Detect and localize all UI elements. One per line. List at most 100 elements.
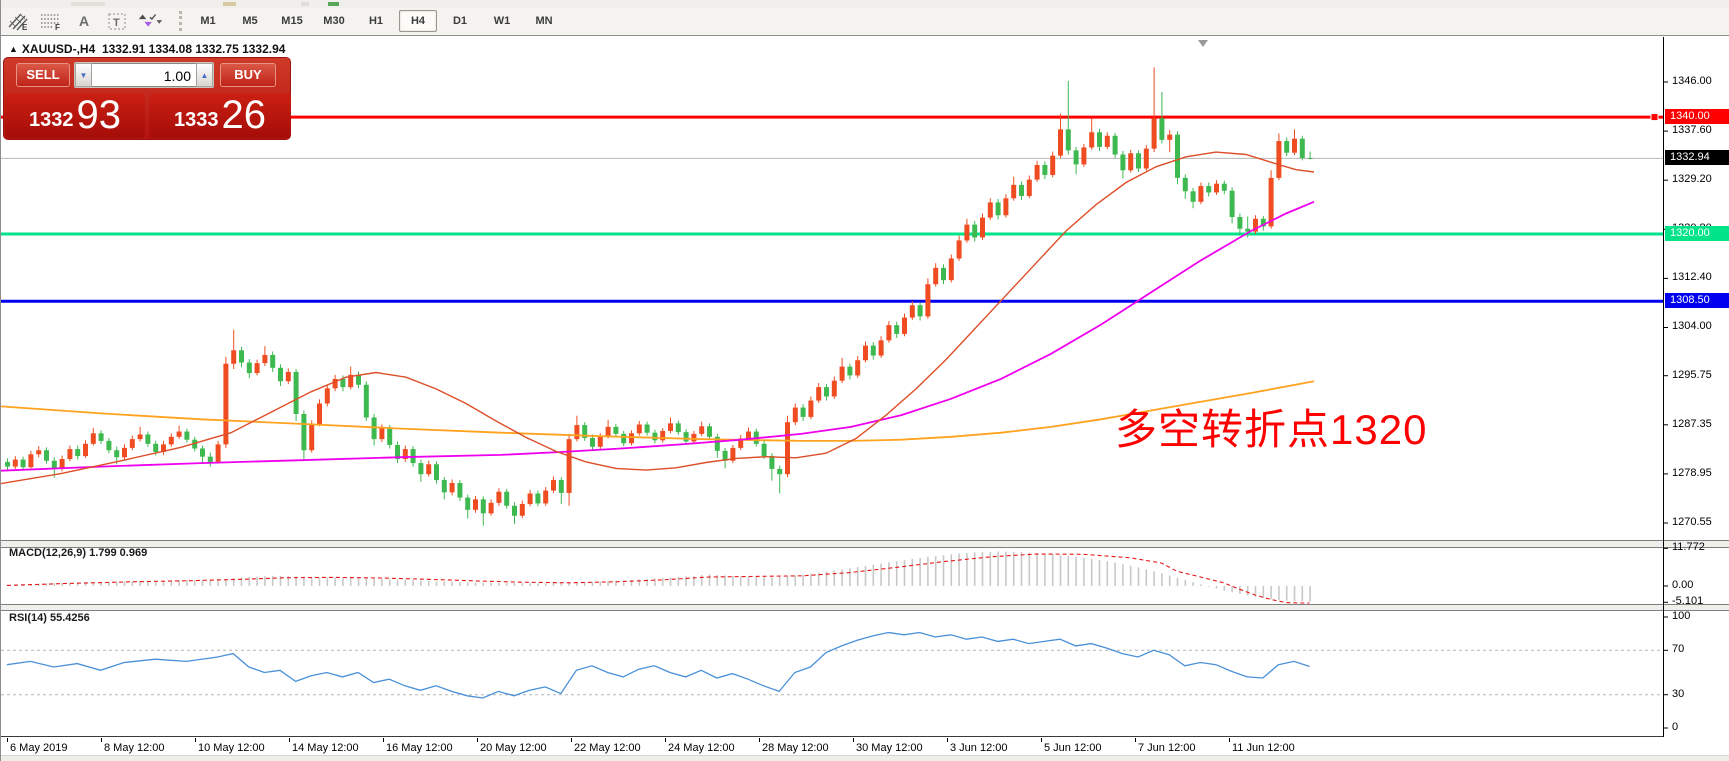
- candle-body: [863, 346, 868, 361]
- chart-window[interactable]: ▲ XAUUSD-,H4 1332.91 1334.08 1332.75 1332…: [1, 36, 1729, 761]
- candle-body: [1058, 129, 1063, 155]
- timeframe-button-W1[interactable]: W1: [483, 10, 521, 32]
- fibonacci-retracement-icon[interactable]: F: [38, 9, 64, 33]
- candle-body: [684, 432, 689, 441]
- panel-divider-rsi[interactable]: [1, 604, 1729, 611]
- text-icon[interactable]: T: [104, 9, 130, 33]
- timeframe-button-M15[interactable]: M15: [273, 10, 311, 32]
- bid-price-panel[interactable]: 1332 93: [5, 93, 145, 138]
- candle-body: [988, 202, 993, 217]
- timeframe-button-M5[interactable]: M5: [231, 10, 269, 32]
- candle-body: [1269, 178, 1274, 227]
- candle-body: [606, 427, 611, 436]
- chart-ohlc-values: 1332.91 1334.08 1332.75 1332.94: [102, 42, 286, 56]
- candle-body: [1003, 198, 1008, 215]
- candle-body: [153, 444, 158, 452]
- candle-body: [1019, 185, 1024, 196]
- candle-body: [933, 268, 938, 284]
- time-axis-label: 16 May 12:00: [386, 742, 453, 754]
- macd-tick-label: -5.101: [1672, 595, 1703, 607]
- volume-stepper: ▼ 1.00 ▲: [74, 62, 214, 88]
- candle-body: [1237, 217, 1242, 229]
- time-axis-label: 6 May 2019: [10, 742, 67, 754]
- chart-symbol-period: XAUUSD-,H4: [22, 42, 95, 56]
- candle-body: [1253, 219, 1258, 232]
- svg-text:E: E: [22, 23, 28, 31]
- time-axis-label: 10 May 12:00: [198, 742, 265, 754]
- candle-body: [161, 444, 166, 452]
- candle-body: [138, 434, 143, 439]
- price-tick-label: 1304.00: [1672, 320, 1712, 332]
- timeframe-button-D1[interactable]: D1: [441, 10, 479, 32]
- time-axis-label: 7 Jun 12:00: [1138, 742, 1196, 754]
- volume-increase-button[interactable]: ▲: [196, 63, 213, 87]
- candle-body: [668, 423, 673, 431]
- candle-body: [52, 461, 57, 469]
- candle-body: [676, 423, 681, 432]
- candle-body: [114, 450, 119, 457]
- timeframe-button-MN[interactable]: MN: [525, 10, 563, 32]
- volume-decrease-button[interactable]: ▼: [75, 63, 92, 87]
- candle-body: [715, 437, 720, 451]
- candle-body: [879, 340, 884, 355]
- candle-body: [278, 368, 283, 381]
- candle-body: [816, 387, 821, 400]
- price-badge-1340.00: 1340.00: [1665, 109, 1729, 124]
- candle-body: [67, 449, 72, 459]
- candle-body: [301, 414, 306, 450]
- candle-body: [1113, 136, 1118, 155]
- time-axis-label: 14 May 12:00: [292, 742, 359, 754]
- sell-button[interactable]: SELL: [16, 63, 70, 87]
- candle-body: [122, 448, 127, 457]
- candle-body: [270, 355, 275, 368]
- candle-body: [239, 350, 244, 362]
- candle-body: [918, 305, 923, 316]
- time-axis-label: 11 Jun 12:00: [1232, 742, 1295, 754]
- candle-body: [972, 225, 977, 238]
- candle-body: [5, 462, 10, 467]
- candle-body: [598, 436, 603, 447]
- buy-button[interactable]: BUY: [220, 63, 276, 87]
- clipped-toolbar-icon: [328, 2, 339, 6]
- timeframe-button-M30[interactable]: M30: [315, 10, 353, 32]
- price-tick-label: 1278.95: [1672, 467, 1712, 479]
- candle-body: [738, 439, 743, 448]
- rsi-tick-label: 0: [1672, 721, 1678, 733]
- panel-divider-macd[interactable]: [1, 540, 1729, 548]
- candle-body: [177, 432, 182, 437]
- drawing-toolbar: E F A T: [5, 8, 163, 34]
- candle-body: [1159, 118, 1164, 140]
- candle-body: [1284, 141, 1289, 153]
- timeframe-button-H1[interactable]: H1: [357, 10, 395, 32]
- chart-collapse-icon[interactable]: ▲: [9, 44, 18, 54]
- candle-body: [1261, 219, 1266, 227]
- ask-price-small: 1333: [174, 105, 219, 135]
- text-label-icon[interactable]: A: [71, 9, 97, 33]
- candle-body: [754, 432, 759, 444]
- candle-body: [36, 450, 41, 454]
- price-badge-1320.00: 1320.00: [1665, 226, 1729, 241]
- candle-body: [1276, 141, 1281, 178]
- candle-body: [130, 439, 135, 448]
- timeframe-button-M1[interactable]: M1: [189, 10, 227, 32]
- candle-body: [1120, 154, 1125, 170]
- toolbar-separator[interactable]: [179, 11, 182, 31]
- candle-body: [707, 426, 712, 437]
- time-axis-label: 8 May 12:00: [104, 742, 165, 754]
- time-axis-label: 3 Jun 12:00: [950, 742, 1008, 754]
- price-tick-label: 1295.75: [1672, 369, 1712, 381]
- timeframe-button-H4[interactable]: H4: [399, 10, 437, 32]
- candle-body: [1222, 184, 1227, 191]
- svg-text:F: F: [55, 23, 60, 31]
- time-axis-label: 28 May 12:00: [762, 742, 829, 754]
- arrows-tool-icon[interactable]: [137, 9, 163, 33]
- equidistant-channel-icon[interactable]: E: [5, 9, 31, 33]
- candle-body: [1167, 135, 1172, 140]
- candle-body: [645, 425, 650, 433]
- volume-input[interactable]: 1.00: [92, 63, 196, 87]
- ask-price-panel[interactable]: 1333 26: [149, 93, 291, 138]
- candle-body: [699, 426, 704, 434]
- candle-body: [996, 202, 1001, 215]
- candle-body: [871, 346, 876, 356]
- candle-body: [106, 441, 111, 450]
